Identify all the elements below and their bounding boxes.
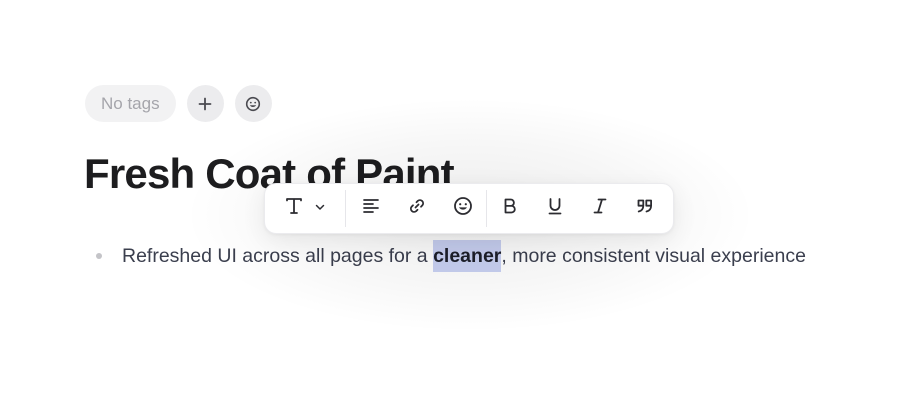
link-button[interactable] [395, 189, 439, 229]
underline-icon [545, 196, 565, 221]
text-after-selection: , more consistent visual experience [501, 244, 806, 267]
text-before-selection: Refreshed UI across all pages for a [122, 244, 434, 267]
text-style-dropdown[interactable] [265, 189, 345, 229]
italic-icon [590, 196, 610, 221]
quote-button[interactable] [622, 189, 667, 229]
quote-icon [635, 196, 655, 221]
smiley-face-icon [453, 196, 473, 221]
plus-icon [198, 97, 212, 111]
add-tag-button[interactable] [186, 85, 224, 122]
bold-button[interactable] [487, 189, 533, 229]
link-icon [407, 196, 427, 221]
bullet-marker [96, 253, 102, 259]
no-tags-label: No tags [101, 93, 160, 113]
editor-page: No tags Fresh Coat of Paint Refreshed UI… [0, 0, 900, 405]
tag-row: No tags [85, 85, 272, 122]
add-emoji-button[interactable] [234, 85, 272, 122]
selected-text[interactable]: cleaner [433, 239, 502, 272]
italic-button[interactable] [577, 189, 622, 229]
smiley-face-icon [245, 96, 261, 112]
chevron-down-icon [314, 200, 326, 218]
align-button[interactable] [346, 189, 395, 229]
emoji-button[interactable] [439, 189, 486, 229]
underline-button[interactable] [533, 189, 577, 229]
bold-icon [500, 196, 520, 221]
formatting-toolbar [264, 183, 674, 234]
list-item[interactable]: Refreshed UI across all pages for a clea… [96, 239, 806, 272]
text-type-icon [284, 196, 304, 221]
no-tags-pill[interactable]: No tags [85, 85, 176, 122]
list-item-text[interactable]: Refreshed UI across all pages for a clea… [122, 239, 806, 272]
align-left-icon [361, 196, 381, 221]
